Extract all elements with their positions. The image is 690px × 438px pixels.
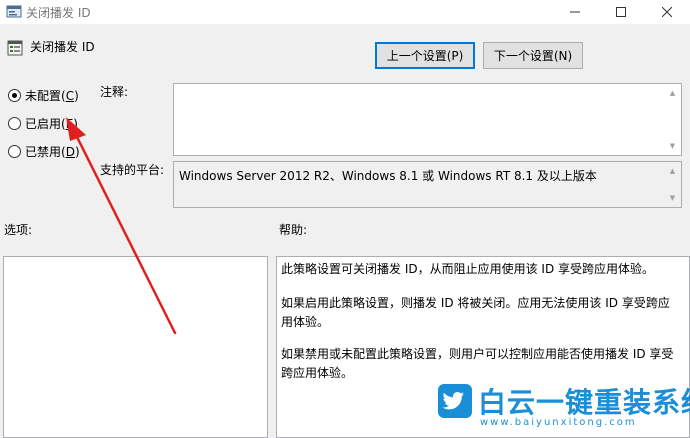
minimize-button[interactable] xyxy=(552,0,598,24)
options-label: 选项: xyxy=(4,223,33,237)
policy-title: 关闭播发 ID xyxy=(30,40,95,54)
watermark-text: 白云一键重装系统 xyxy=(478,386,690,419)
help-label: 帮助: xyxy=(279,223,308,237)
previous-setting-button[interactable]: 上一个设置(P) xyxy=(375,42,475,69)
next-setting-button[interactable]: 下一个设置(N) xyxy=(483,42,583,69)
not-configured-option[interactable]: 未配置(C) xyxy=(8,87,79,103)
comment-label: 注释: xyxy=(100,85,129,99)
twitter-bird-icon xyxy=(438,384,472,418)
maximize-button[interactable] xyxy=(598,0,644,24)
policy-setting-icon xyxy=(7,40,23,56)
help-paragraph: 如果禁用或未配置此策略设置，则用户可以控制应用能否使用播发 ID 享受跨应用体验… xyxy=(281,347,674,380)
not-configured-label: 未配置(C) xyxy=(25,88,79,103)
scroll-up-icon[interactable]: ▲ xyxy=(664,163,681,179)
scroll-down-icon[interactable]: ▼ xyxy=(664,190,681,206)
help-paragraph: 此策略设置可关闭播发 ID，从而阻止应用使用该 ID 享受跨应用体验。 xyxy=(281,262,655,276)
annotation-arrow xyxy=(66,117,177,335)
maximize-icon xyxy=(616,7,626,17)
scroll-down-icon[interactable]: ▼ xyxy=(664,138,681,154)
platforms-box: Windows Server 2012 R2、Windows 8.1 或 Win… xyxy=(173,161,682,208)
comment-textarea[interactable]: ▲ ▼ xyxy=(173,83,682,156)
policy-app-icon xyxy=(6,5,22,18)
window-title: 关闭播发 ID xyxy=(26,6,91,20)
disabled-radio[interactable] xyxy=(8,144,21,158)
platforms-value: Windows Server 2012 R2、Windows 8.1 或 Win… xyxy=(179,169,597,183)
minimize-icon xyxy=(570,11,580,13)
help-paragraph: 如果启用此策略设置，则播发 ID 将被关闭。应用无法使用该 ID 享受跨应用体验… xyxy=(281,296,670,329)
comment-scrollbar[interactable]: ▲ ▼ xyxy=(664,84,681,155)
close-button[interactable] xyxy=(644,0,690,24)
close-icon xyxy=(662,7,672,17)
scroll-up-icon[interactable]: ▲ xyxy=(664,85,681,101)
platforms-scrollbar[interactable]: ▲ ▼ xyxy=(664,162,681,207)
not-configured-radio[interactable] xyxy=(8,88,21,102)
enabled-radio[interactable] xyxy=(8,116,21,130)
watermark-url: www.baiyunxitong.com xyxy=(480,417,637,428)
